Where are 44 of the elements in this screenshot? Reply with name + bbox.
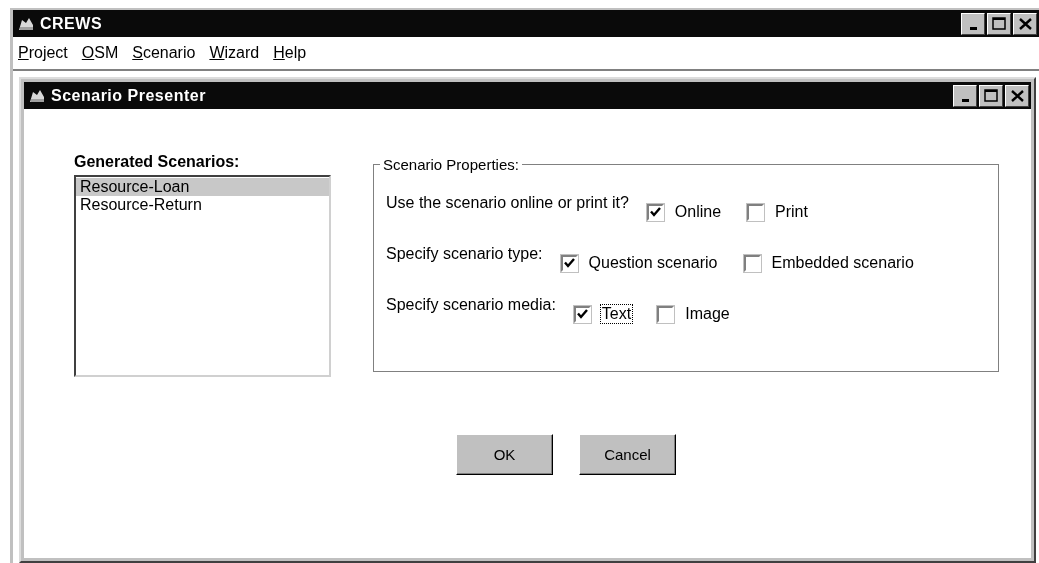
menu-item[interactable]: Help: [271, 44, 309, 62]
checkmark-icon: [563, 258, 575, 268]
close-icon: [1010, 89, 1024, 102]
checkbox-label: Print: [774, 202, 809, 222]
checkbox-label: Image: [684, 304, 731, 324]
checkbox[interactable]: [747, 203, 765, 221]
checkbox-label: Question scenario: [587, 253, 719, 273]
checkbox-label: Online: [673, 202, 723, 222]
list-item[interactable]: Resource-Return: [76, 196, 329, 214]
list-label: Generated Scenarios:: [74, 153, 241, 171]
checkbox-label: Embedded scenario: [770, 253, 915, 273]
window-title: CREWS: [40, 14, 103, 33]
checkmark-icon: [649, 207, 661, 217]
maximize-icon: [984, 89, 998, 102]
question-label: Use the scenario online or print it?: [386, 194, 629, 212]
maximize-button[interactable]: [979, 84, 1003, 107]
checkbox[interactable]: [743, 254, 761, 272]
dialog-title: Scenario Presenter: [51, 86, 206, 105]
minimize-button[interactable]: [961, 12, 985, 35]
scenario-list[interactable]: Resource-Loan Resource-Return: [74, 175, 331, 377]
list-item[interactable]: Resource-Loan: [76, 178, 329, 196]
menu-item[interactable]: OSM: [79, 44, 121, 62]
dialog-button[interactable]: Cancel: [579, 434, 676, 475]
close-button[interactable]: [1005, 84, 1029, 107]
checkbox-label: Text: [599, 304, 634, 324]
maximize-icon: [992, 17, 1006, 30]
minimize-icon: [961, 98, 969, 102]
group-title: Scenario Properties:: [380, 156, 522, 173]
checkbox[interactable]: [573, 305, 591, 323]
maximize-button[interactable]: [987, 12, 1011, 35]
dialog-button[interactable]: OK: [456, 434, 553, 475]
question-label: Specify scenario type:: [386, 245, 543, 263]
close-icon: [1018, 17, 1032, 30]
checkmark-icon: [576, 309, 588, 319]
close-button[interactable]: [1013, 12, 1037, 35]
menu-item[interactable]: Project: [16, 44, 70, 62]
menu-item[interactable]: Scenario: [130, 44, 198, 62]
checkbox[interactable]: [646, 203, 664, 221]
minimize-icon: [969, 26, 977, 30]
checkbox[interactable]: [560, 254, 578, 272]
question-label: Specify scenario media:: [386, 296, 556, 314]
checkbox[interactable]: [657, 305, 675, 323]
menu-item[interactable]: Wizard: [207, 44, 262, 62]
minimize-button[interactable]: [953, 84, 977, 107]
